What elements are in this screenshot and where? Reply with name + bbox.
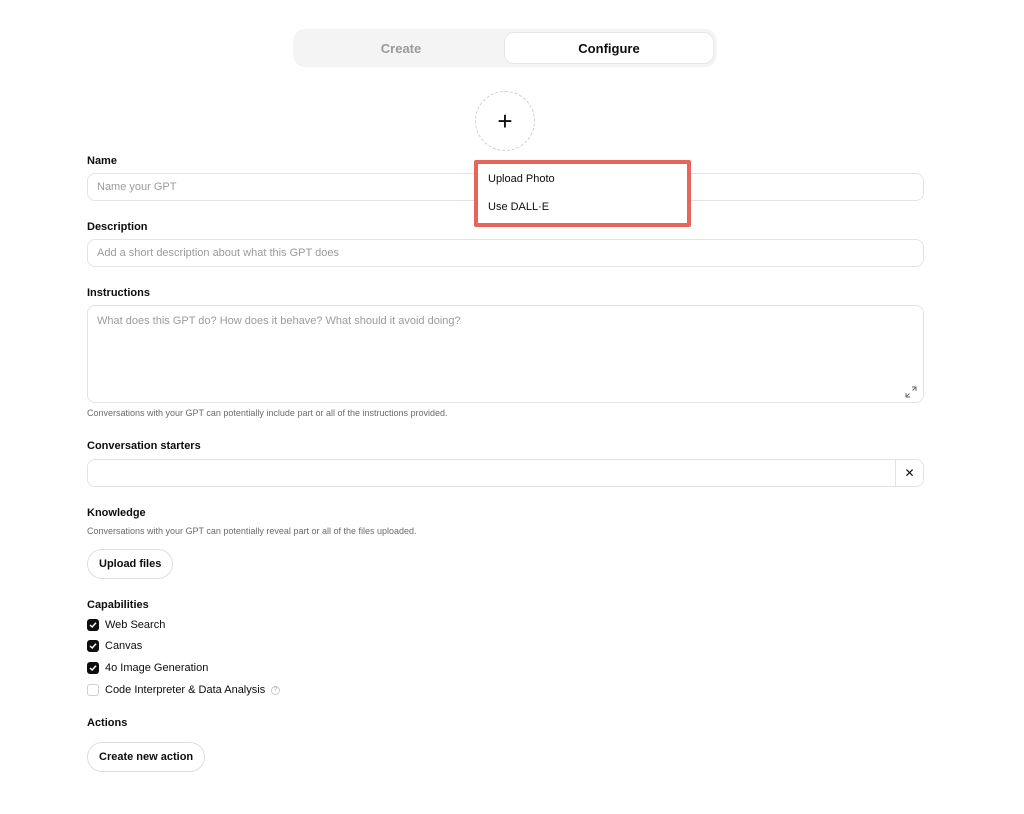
remove-starter-button[interactable]: ✕ — [895, 460, 923, 486]
capability-code-interpreter[interactable]: Code Interpreter & Data Analysis ? — [87, 683, 281, 697]
checkbox-checked[interactable] — [87, 619, 99, 631]
capability-image-generation[interactable]: 4o Image Generation — [87, 661, 208, 675]
mode-tabs: Create Configure — [293, 29, 717, 67]
instructions-textarea[interactable] — [87, 305, 924, 403]
checkbox-checked[interactable] — [87, 662, 99, 674]
starters-label: Conversation starters — [87, 440, 201, 452]
tab-configure[interactable]: Configure — [505, 33, 713, 63]
capability-web-search[interactable]: Web Search — [87, 618, 165, 632]
capability-label: 4o Image Generation — [105, 662, 209, 674]
description-label: Description — [87, 221, 148, 233]
checkbox-unchecked[interactable] — [87, 684, 99, 696]
capability-label: Code Interpreter & Data Analysis — [105, 684, 266, 696]
expand-icon[interactable] — [905, 386, 917, 398]
capability-canvas[interactable]: Canvas — [87, 639, 142, 653]
add-avatar-button[interactable]: + — [475, 91, 535, 151]
capability-label: Web Search — [105, 619, 166, 631]
close-icon: ✕ — [904, 466, 915, 480]
upload-files-button[interactable]: Upload files — [87, 549, 174, 579]
tab-create[interactable]: Create — [297, 33, 505, 63]
check-icon — [89, 665, 97, 672]
knowledge-hint: Conversations with your GPT can potentia… — [87, 526, 417, 536]
checkbox-checked[interactable] — [87, 640, 99, 652]
gpt-configure-page: Create Configure + Name Description Inst… — [0, 0, 1024, 814]
capabilities-label: Capabilities — [87, 599, 149, 611]
name-label: Name — [87, 155, 117, 167]
menu-item-upload-photo[interactable]: Upload Photo — [488, 173, 555, 185]
conversation-starter-row: ✕ — [87, 459, 924, 487]
instructions-hint: Conversations with your GPT can potentia… — [87, 408, 448, 418]
check-icon — [89, 622, 97, 629]
create-new-action-button[interactable]: Create new action — [87, 742, 206, 772]
instructions-label: Instructions — [87, 287, 150, 299]
conversation-starter-input[interactable] — [88, 460, 895, 486]
avatar-dropdown-menu: Upload Photo Use DALL·E — [474, 160, 691, 227]
help-icon[interactable]: ? — [271, 685, 281, 695]
plus-icon: + — [497, 106, 513, 136]
description-input[interactable] — [87, 239, 924, 267]
actions-label: Actions — [87, 717, 128, 729]
menu-item-use-dalle[interactable]: Use DALL·E — [488, 201, 549, 213]
knowledge-label: Knowledge — [87, 507, 146, 519]
check-icon — [89, 643, 97, 650]
capability-label: Canvas — [105, 640, 143, 652]
